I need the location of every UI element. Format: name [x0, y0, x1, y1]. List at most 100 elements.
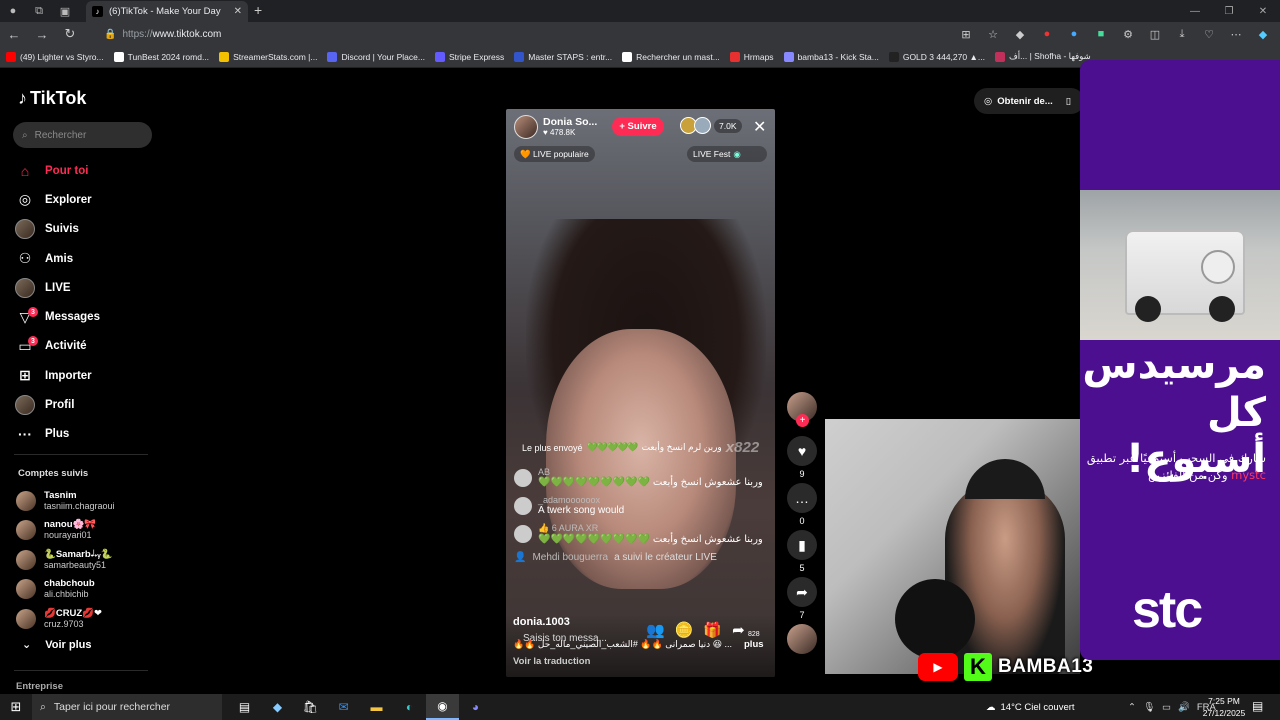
live-video-player[interactable]: Donia So... ♥ 478.8K + Suivre 7.0K ✕ 🧡 L…: [506, 109, 775, 677]
tray-up-icon[interactable]: ⌃: [1128, 702, 1136, 713]
network-icon[interactable]: ▭: [1162, 702, 1171, 713]
bookmark-item[interactable]: bamba13 - Kick Sta...: [783, 51, 879, 62]
bookmark-item[interactable]: Discord | Your Place...: [327, 51, 425, 62]
copilot-app-icon[interactable]: ◆: [261, 694, 294, 720]
sidebar-item-importer[interactable]: ⊞ Importer: [14, 361, 164, 390]
sidebar-item-suivis[interactable]: Suivis: [14, 215, 164, 244]
bookmark-item[interactable]: GOLD 3 444,270 ▲...: [888, 51, 985, 62]
see-translation-link[interactable]: Voir la traduction: [513, 656, 590, 667]
tab-actions-icon[interactable]: ▣: [52, 0, 78, 22]
bookmark-item[interactable]: أف... | Shofha - شوفها: [994, 51, 1091, 62]
stc-ad-banner[interactable]: مرسيدس كل أسبوع! شارك في السحب أسبوعيًا …: [1080, 60, 1280, 660]
chat-message[interactable]: _adamoooooox A twerk song would: [514, 495, 764, 516]
live-host-info[interactable]: Donia So... ♥ 478.8K: [514, 115, 597, 139]
followed-account-item[interactable]: 🐍Samarb𝆺𝅥𝆹ᵧ🐍 samarbeauty51: [16, 545, 166, 575]
viewers-info[interactable]: 7.0K: [680, 117, 742, 134]
get-app-button[interactable]: ◎ Obtenir de... ▯: [974, 88, 1084, 114]
close-window-button[interactable]: ✕: [1246, 0, 1280, 22]
notifications-icon[interactable]: ▤: [1252, 699, 1263, 713]
follow-button[interactable]: + Suivre: [612, 117, 664, 136]
live-popular-badge[interactable]: 🧡 LIVE populaire: [514, 146, 595, 162]
maximize-button[interactable]: ❐: [1212, 0, 1246, 22]
sidebar-item-amis[interactable]: ⚇ Amis: [14, 244, 164, 273]
sidebar-item-live[interactable]: LIVE: [14, 273, 164, 302]
weather-widget[interactable]: ☁ 14°C Ciel couvert: [986, 694, 1075, 720]
minimize-button[interactable]: —: [1178, 0, 1212, 22]
comment-button[interactable]: … 0: [786, 483, 818, 526]
task-view-icon[interactable]: ▤: [228, 694, 261, 720]
apps-icon[interactable]: ⊞: [957, 25, 975, 43]
extension-green-icon[interactable]: ■: [1092, 25, 1110, 43]
creator-avatar-button[interactable]: +: [787, 392, 817, 427]
bookmark-item[interactable]: Master STAPS : entr...: [514, 51, 612, 62]
mic-tray-icon[interactable]: 🎙: [1143, 702, 1155, 713]
sidebar-item-explorer[interactable]: ◎ Explorer: [14, 185, 164, 214]
followed-account-item[interactable]: Tasnim tasniim.chagraoui: [16, 486, 166, 516]
bookmark-item[interactable]: (49) Lighter vs Styro...: [6, 51, 104, 62]
forward-icon[interactable]: →: [28, 27, 56, 42]
sidebar-item-pour-toi[interactable]: ⌂ Pour toi: [14, 156, 164, 185]
coins-icon[interactable]: 🪙: [675, 621, 694, 639]
gift-icon[interactable]: 🎁: [703, 621, 722, 639]
explorer-icon[interactable]: ▬: [360, 694, 393, 720]
extension-blue-icon[interactable]: ●: [1065, 25, 1083, 43]
followed-account-item[interactable]: chabchoub ali.chbichib: [16, 575, 166, 605]
extension-diamond-icon[interactable]: ◆: [1011, 25, 1029, 43]
performance-icon[interactable]: ♡: [1200, 25, 1218, 43]
bookmark-item[interactable]: Rechercher un mast...: [622, 51, 720, 62]
top-viewer-avatar[interactable]: [694, 117, 711, 134]
tab-tiktok[interactable]: ♪ (6)TikTok - Make Your Day ✕: [86, 1, 248, 22]
extension-red-icon[interactable]: ●: [1038, 25, 1056, 43]
tiktok-logo[interactable]: ♪ TikTok: [18, 88, 86, 109]
url-field[interactable]: 🔒 https://www.tiktok.com: [104, 25, 904, 43]
bookmark-button[interactable]: ▮ 5: [786, 530, 818, 573]
taskbar-search[interactable]: ⌕ Taper ici pour rechercher: [32, 694, 222, 720]
store-icon[interactable]: 🛍: [294, 694, 327, 720]
live-fest-badge[interactable]: LIVE Fest ◉: [687, 146, 767, 162]
chat-message[interactable]: 👍 6 AURA XR 💚💚💚💚💚💚💚💚💚 وربنا عشعوش انسخ وأ…: [514, 523, 764, 545]
entreprise-link[interactable]: Entreprise: [16, 681, 63, 692]
obs-icon[interactable]: ◉: [426, 694, 459, 720]
new-tab-button[interactable]: +: [254, 2, 262, 18]
see-more-button[interactable]: ⌄ Voir plus: [22, 638, 91, 652]
sidebar-item-plus[interactable]: ··· Plus: [14, 420, 164, 449]
workspaces-icon[interactable]: ⧉: [26, 0, 52, 22]
share-live-icon[interactable]: ➦: [732, 621, 745, 639]
followed-account-item[interactable]: 💋CRUZ💋❤ cruz.9703: [16, 604, 166, 634]
bookmark-item[interactable]: TunBest 2024 romd...: [113, 51, 209, 62]
chat-message[interactable]: AB 💚💚💚💚💚💚💚💚💚 وربنا عشعوش انسخ وأبعت: [514, 467, 764, 488]
close-tab-icon[interactable]: ✕: [234, 6, 242, 17]
guests-icon[interactable]: 👥: [646, 621, 665, 639]
bookmark-item[interactable]: Hrmaps: [729, 51, 774, 62]
sidebar-item-profil[interactable]: Profil: [14, 390, 164, 419]
edge-icon[interactable]: ◐: [393, 694, 426, 720]
search-input[interactable]: ⌕ Rechercher: [13, 122, 152, 148]
followed-account-item[interactable]: nanou🌸🎀 nourayari01: [16, 516, 166, 546]
profile-icon[interactable]: ●: [0, 0, 26, 22]
windows-start-icon[interactable]: ⊞: [0, 699, 32, 715]
like-button[interactable]: ♥ 9: [786, 436, 818, 479]
copilot-icon[interactable]: ◆: [1254, 25, 1272, 43]
bookmark-item[interactable]: StreamerStats.com |...: [219, 51, 317, 62]
lock-icon[interactable]: 🔒: [104, 29, 116, 40]
close-live-button[interactable]: ✕: [753, 117, 766, 137]
favorite-star-icon[interactable]: ☆: [984, 25, 1002, 43]
follow-plus-icon[interactable]: +: [796, 414, 809, 427]
outlook-icon[interactable]: ✉: [327, 694, 360, 720]
downloads-icon[interactable]: ⤓: [1173, 25, 1191, 43]
refresh-icon[interactable]: ↻: [56, 26, 84, 42]
next-live-avatar[interactable]: [787, 624, 817, 654]
share-button[interactable]: ➦ 7: [786, 577, 818, 620]
volume-icon[interactable]: 🔊: [1178, 702, 1190, 713]
sidebar-item-activit-[interactable]: ▭ 3 Activité: [14, 332, 164, 361]
bookmark-item[interactable]: Stripe Express: [434, 51, 504, 62]
host-avatar[interactable]: [514, 115, 538, 139]
back-icon[interactable]: ←: [0, 27, 28, 42]
menu-icon[interactable]: ⋯: [1227, 25, 1245, 43]
split-screen-icon[interactable]: ◫: [1146, 25, 1164, 43]
discord-icon[interactable]: ◕: [459, 694, 492, 720]
extensions-icon[interactable]: ⚙: [1119, 25, 1137, 43]
taskbar-clock[interactable]: 7:25 PM 27/12/2025: [1200, 695, 1248, 719]
more-description-button[interactable]: plus: [744, 639, 764, 650]
sidebar-item-messages[interactable]: ▽ 3 Messages: [14, 302, 164, 331]
